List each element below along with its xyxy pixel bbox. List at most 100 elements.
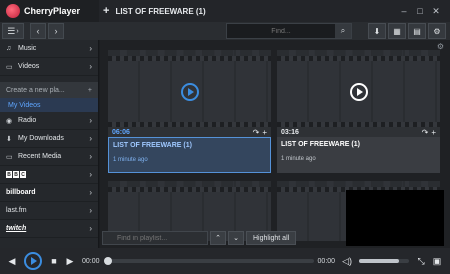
sidebar-item-twitch[interactable]: twitch ›: [0, 220, 98, 238]
chevron-right-icon: ›: [89, 224, 92, 233]
video-title: LIST OF FREEWARE (1): [113, 142, 192, 149]
minimize-button[interactable]: –: [396, 3, 412, 19]
new-tab-button[interactable]: +: [103, 5, 109, 17]
download-icon[interactable]: ⬇: [368, 23, 386, 39]
sidebar-item-bbc[interactable]: B B C ›: [0, 166, 98, 184]
video-card[interactable]: 06:06 ↷ + LIST OF FREEWARE (1) 1 minute …: [108, 50, 271, 173]
seek-handle[interactable]: [103, 257, 112, 265]
lastfm-logo: last.fm: [6, 207, 27, 214]
chevron-right-icon: ›: [16, 27, 19, 35]
list-view-icon[interactable]: ▤: [408, 23, 426, 39]
back-button[interactable]: ‹: [30, 23, 46, 39]
total-time: 00:00: [317, 257, 336, 265]
stop-icon[interactable]: ■: [46, 256, 62, 266]
find-next-button[interactable]: ⌄: [228, 231, 244, 245]
sidebar-item-label: My Downloads: [18, 135, 64, 142]
app-name: CherryPlayer: [24, 6, 81, 16]
next-icon[interactable]: ▶: [62, 256, 78, 267]
seek-bar[interactable]: [103, 257, 314, 265]
chevron-left-icon: ‹: [36, 26, 40, 36]
share-icon[interactable]: ↷: [253, 128, 260, 137]
app-logo[interactable]: CherryPlayer: [0, 0, 99, 22]
forward-button[interactable]: ›: [48, 23, 64, 39]
video-duration: 03:16: [281, 128, 299, 136]
find-previous-button[interactable]: ⌃: [210, 231, 226, 245]
maximize-button[interactable]: □: [412, 3, 428, 19]
chevron-right-icon: ›: [89, 206, 92, 215]
tab-list-of-freeware[interactable]: LIST OF FREEWARE (1): [115, 7, 205, 16]
volume-slider[interactable]: [359, 259, 410, 263]
video-card[interactable]: 03:16 ↷ + LIST OF FREEWARE (1) 1 minute …: [277, 50, 440, 173]
chevron-right-icon: ›: [54, 26, 58, 36]
video-added-time: 1 minute ago: [281, 156, 316, 162]
share-icon[interactable]: ↷: [422, 128, 429, 137]
play-icon[interactable]: [349, 82, 368, 101]
chevron-right-icon: ›: [89, 152, 92, 161]
add-icon[interactable]: +: [431, 128, 436, 137]
video-info[interactable]: LIST OF FREEWARE (1) 1 minute ago: [108, 137, 271, 173]
search-icon[interactable]: ⌕: [335, 24, 351, 38]
play-icon[interactable]: [180, 82, 199, 101]
twitch-logo: twitch: [6, 225, 27, 232]
sidebar-item-radio[interactable]: ◉ Radio ›: [0, 112, 98, 130]
sidebar-item-my-downloads[interactable]: ⬇ My Downloads ›: [0, 130, 98, 148]
radio-icon: ◉: [6, 117, 13, 125]
sidebar-item-videos[interactable]: ▭ Videos ›: [0, 58, 98, 76]
toolbar-tools: ⬇ ▦ ▤ ⚙: [368, 23, 446, 39]
sidebar-item-label: Music: [18, 45, 37, 52]
title-bar: CherryPlayer + LIST OF FREEWARE (1) – □ …: [0, 0, 450, 22]
sidebar-item-label: Radio: [18, 117, 37, 124]
video-preview-window[interactable]: [346, 190, 444, 246]
find-in-playlist-input[interactable]: [102, 231, 208, 245]
sidebar-item-my-videos[interactable]: My Videos: [0, 98, 98, 112]
settings-icon[interactable]: ⚙: [428, 23, 446, 39]
close-button[interactable]: ✕: [428, 3, 444, 19]
chevron-right-icon: ›: [89, 116, 92, 125]
sidebar-item-music[interactable]: ♫ Music ›: [0, 40, 98, 58]
grid-view-icon[interactable]: ▦: [388, 23, 406, 39]
highlight-all-button[interactable]: Highlight all: [246, 231, 297, 245]
search-input[interactable]: [227, 27, 335, 35]
chevron-right-icon: ›: [89, 44, 92, 53]
video-title: LIST OF FREEWARE (1): [281, 141, 360, 148]
chevron-right-icon: ›: [89, 188, 92, 197]
billboard-logo: billboard: [6, 189, 36, 196]
tab-area: + LIST OF FREEWARE (1): [99, 0, 396, 22]
chevron-right-icon: ›: [89, 134, 92, 143]
menu-button[interactable]: ☰ ›: [2, 23, 24, 39]
cherry-logo-icon: [6, 4, 20, 18]
volume-level: [359, 259, 400, 263]
video-icon: ▭: [6, 63, 13, 71]
music-note-icon: ♫: [6, 45, 12, 52]
previous-icon[interactable]: ◀: [4, 256, 20, 267]
sidebar-item-billboard[interactable]: billboard ›: [0, 184, 98, 202]
sidebar-item-lastfm[interactable]: last.fm ›: [0, 202, 98, 220]
bbc-logo: B B C: [6, 171, 26, 179]
find-in-playlist-bar: ⌃ ⌄ Highlight all: [102, 230, 304, 246]
toolbar: ☰ › ‹ › ⌕ ⬇ ▦ ▤ ⚙: [0, 22, 450, 40]
create-playlist-field[interactable]: Create a new pla... +: [0, 82, 98, 98]
video-thumbnail[interactable]: [277, 50, 440, 127]
fullscreen-icon[interactable]: ⤡: [413, 256, 429, 267]
video-added-time: 1 minute ago: [113, 157, 148, 163]
download-icon: ⬇: [6, 135, 12, 143]
player-bar: ◀ ■ ▶ 00:00 00:00 ◁) ⤡ ▣: [0, 248, 450, 274]
mini-player-icon[interactable]: ▣: [429, 256, 445, 267]
video-info[interactable]: LIST OF FREEWARE (1) 1 minute ago: [277, 137, 440, 173]
chevron-down-icon: ›: [89, 62, 92, 71]
create-playlist-placeholder: Create a new pla...: [6, 86, 65, 94]
hamburger-icon: ☰: [7, 25, 16, 36]
video-meta: 03:16 ↷ +: [277, 127, 440, 137]
add-icon[interactable]: +: [88, 87, 92, 94]
recent-media-icon: ▭: [6, 153, 13, 161]
add-icon[interactable]: +: [262, 128, 267, 137]
chevron-right-icon: ›: [89, 170, 92, 179]
volume-icon[interactable]: ◁): [339, 256, 355, 267]
search-box: ⌕: [226, 23, 352, 39]
sidebar-item-label: Videos: [18, 63, 40, 70]
current-time: 00:00: [82, 257, 100, 265]
play-button[interactable]: [24, 252, 42, 270]
sidebar-item-recent-media[interactable]: ▭ Recent Media ›: [0, 148, 98, 166]
video-meta: 06:06 ↷ +: [108, 127, 271, 137]
video-thumbnail[interactable]: [108, 50, 271, 127]
